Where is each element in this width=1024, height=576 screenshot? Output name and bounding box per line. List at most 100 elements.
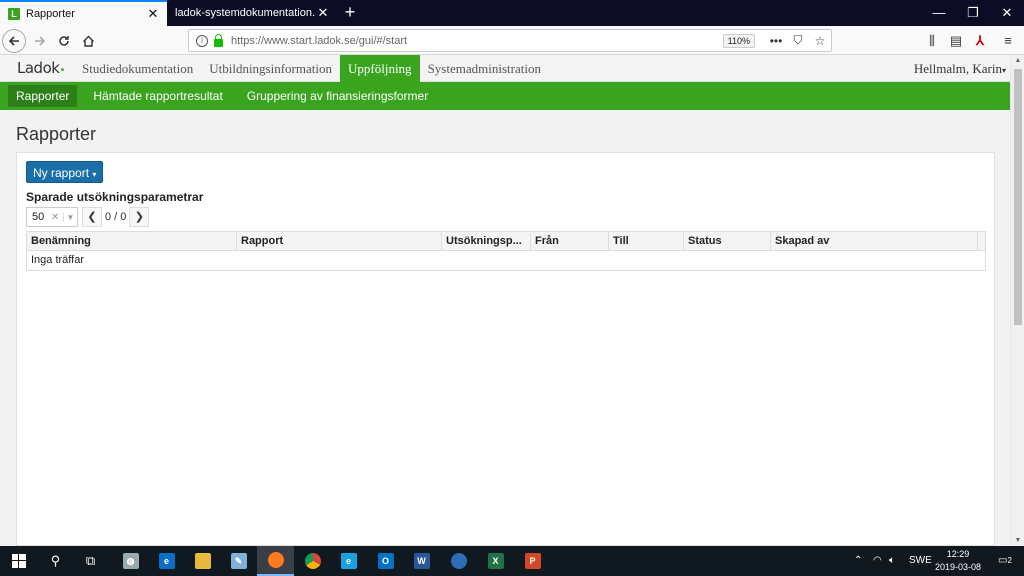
taskbar-app-explorer[interactable] (184, 546, 221, 576)
outlook-icon: O (377, 553, 394, 569)
library-icon[interactable]: ⫼ (924, 33, 940, 49)
pocket-icon[interactable]: ⛉ (787, 33, 809, 48)
column-header[interactable]: Utsökningsp... (442, 232, 531, 250)
logo-mark-icon: • (59, 65, 65, 76)
page-size-value: 50 (32, 211, 45, 223)
empty-row: Inga träffar (31, 254, 84, 266)
vertical-scrollbar[interactable]: ▲ ▼ (1010, 55, 1024, 546)
taskbar-app-edge[interactable]: e (148, 546, 185, 576)
minimize-button[interactable]: — (922, 0, 956, 26)
volume-icon[interactable]: 🔈︎ (889, 546, 895, 576)
forward-button[interactable] (28, 29, 52, 53)
page-actions-icon[interactable]: ••• (765, 34, 787, 48)
new-report-label: Ny rapport (33, 166, 90, 180)
logo-text: Ladok (17, 59, 60, 77)
notifications-button[interactable]: ▭2 (994, 546, 1016, 576)
arrow-left-icon (8, 36, 19, 46)
taskbar-app-chrome[interactable] (294, 546, 331, 576)
tab-rapporter[interactable]: L Rapporter ✕ (0, 0, 167, 26)
column-header[interactable]: Skapad av (771, 232, 978, 250)
zoom-indicator[interactable]: 110% (722, 33, 755, 48)
next-page-button[interactable]: ❯ (129, 207, 150, 227)
window-close-button[interactable]: ✕ (990, 0, 1024, 26)
tab-pdf[interactable]: ladok-systemdokumentation.pdf ✕ (167, 0, 337, 26)
search-button[interactable]: ⚲ (37, 546, 74, 576)
arrow-right-icon (35, 36, 46, 46)
url-text[interactable]: https://www.start.ladok.se/gui/#/start (231, 35, 723, 47)
back-button[interactable] (2, 29, 26, 53)
new-report-button[interactable]: Ny rapport ▾ (26, 161, 104, 183)
chrome-icon (304, 553, 321, 569)
caret-down-icon: ▾ (1001, 66, 1006, 75)
prev-page-button[interactable]: ❮ (82, 207, 102, 227)
sub-nav: Rapporter Hämtade rapportresultat Gruppe… (0, 82, 1010, 110)
powerpoint-icon: P (524, 553, 541, 569)
clock[interactable]: 12:29 2019-03-08 (930, 548, 986, 574)
task-view-button[interactable]: ⧉ (72, 546, 109, 576)
main-nav-uppfoljning[interactable]: Uppföljning (340, 55, 420, 82)
tab-title: ladok-systemdokumentation.pdf (175, 7, 315, 19)
menu-icon[interactable]: ≡ (1000, 33, 1016, 49)
taskbar-app-powerpoint[interactable]: P (514, 546, 551, 576)
sub-nav-gruppering[interactable]: Gruppering av finansieringsformer (239, 85, 436, 107)
close-tab-icon[interactable]: ✕ (145, 6, 161, 22)
ladok-logo[interactable]: Ladok• (17, 59, 65, 77)
taskbar-app-outlook[interactable]: O (367, 546, 404, 576)
chevron-down-icon[interactable]: ▼ (63, 212, 77, 222)
pdf-addon-icon[interactable]: ⅄ (972, 33, 988, 49)
main-nav-systemadministration[interactable]: Systemadministration (420, 55, 549, 82)
info-icon[interactable]: i (196, 34, 208, 47)
column-header[interactable]: Rapport (237, 232, 442, 250)
wifi-icon[interactable]: ◠ (873, 546, 882, 576)
word-icon: W (413, 553, 430, 569)
windows-taskbar: ⚲ ⧉ ◍ e ✎ e O W X P ⌃ ◠ 🔈︎ SWE 12:29 201… (0, 546, 1024, 576)
clock-time: 12:29 (946, 549, 970, 559)
new-tab-button[interactable]: + (340, 3, 360, 23)
task-view-icon: ⧉ (85, 553, 96, 568)
saved-parameters-table: Benämning Rapport Utsökningsp... Från Ti… (26, 231, 986, 271)
language-indicator[interactable]: SWE (909, 546, 932, 576)
column-header[interactable]: Benämning (27, 232, 237, 250)
lock-icon (214, 33, 223, 47)
restore-button[interactable]: ❐ (956, 0, 990, 26)
firefox-icon (267, 552, 284, 568)
reload-button[interactable] (52, 29, 76, 53)
tray-chevron-up-icon[interactable]: ⌃ (854, 546, 862, 576)
notes-icon: ✎ (230, 553, 247, 569)
taskbar-app-word[interactable]: W (403, 546, 440, 576)
search-icon: ⚲ (50, 553, 61, 568)
start-button[interactable] (0, 546, 37, 576)
column-header[interactable]: Status (684, 232, 771, 250)
page-title: Rapporter (16, 124, 97, 144)
edge-icon: e (158, 553, 175, 569)
taskbar-app-firefox[interactable] (257, 546, 294, 576)
close-tab-icon[interactable]: ✕ (315, 5, 331, 21)
main-nav-utbildningsinformation[interactable]: Utbildningsinformation (201, 55, 340, 82)
home-button[interactable] (76, 29, 100, 53)
taskbar-app-excel[interactable]: X (477, 546, 514, 576)
column-header[interactable]: Till (609, 232, 684, 250)
scroll-thumb[interactable] (1014, 69, 1022, 325)
browser-nav-bar: i https://www.start.ladok.se/gui/#/start… (0, 26, 1024, 55)
pager: 50 ✕ ▼ ❮ 0 / 0 ❯ (26, 207, 150, 227)
scroll-up-icon[interactable]: ▲ (1011, 57, 1024, 64)
reload-icon (59, 36, 69, 46)
page-size-select[interactable]: 50 ✕ ▼ (26, 207, 78, 227)
sidebar-icon[interactable]: ▤ (948, 33, 964, 49)
scroll-down-icon[interactable]: ▼ (1011, 537, 1024, 544)
sub-nav-hamtade-rapportresultat[interactable]: Hämtade rapportresultat (85, 85, 230, 107)
main-nav-studiedokumentation[interactable]: Studiedokumentation (74, 55, 201, 82)
clear-icon[interactable]: ✕ (51, 212, 63, 223)
taskbar-app-globe[interactable] (440, 546, 477, 576)
taskbar-app-notes[interactable]: ✎ (220, 546, 257, 576)
address-bar[interactable]: i https://www.start.ladok.se/gui/#/start… (188, 29, 832, 52)
sub-nav-rapporter[interactable]: Rapporter (8, 85, 78, 107)
notification-icon: ▭ (998, 555, 1008, 566)
user-menu[interactable]: Hellmalm, Karin▾ (914, 55, 1006, 84)
taskbar-app-paint[interactable]: ◍ (112, 546, 149, 576)
taskbar-app-ie[interactable]: e (330, 546, 367, 576)
bookmark-star-icon[interactable]: ☆ (809, 34, 831, 48)
column-header[interactable]: Från (531, 232, 609, 250)
folder-icon (194, 553, 211, 569)
pager-count: 0 / 0 (105, 211, 127, 223)
